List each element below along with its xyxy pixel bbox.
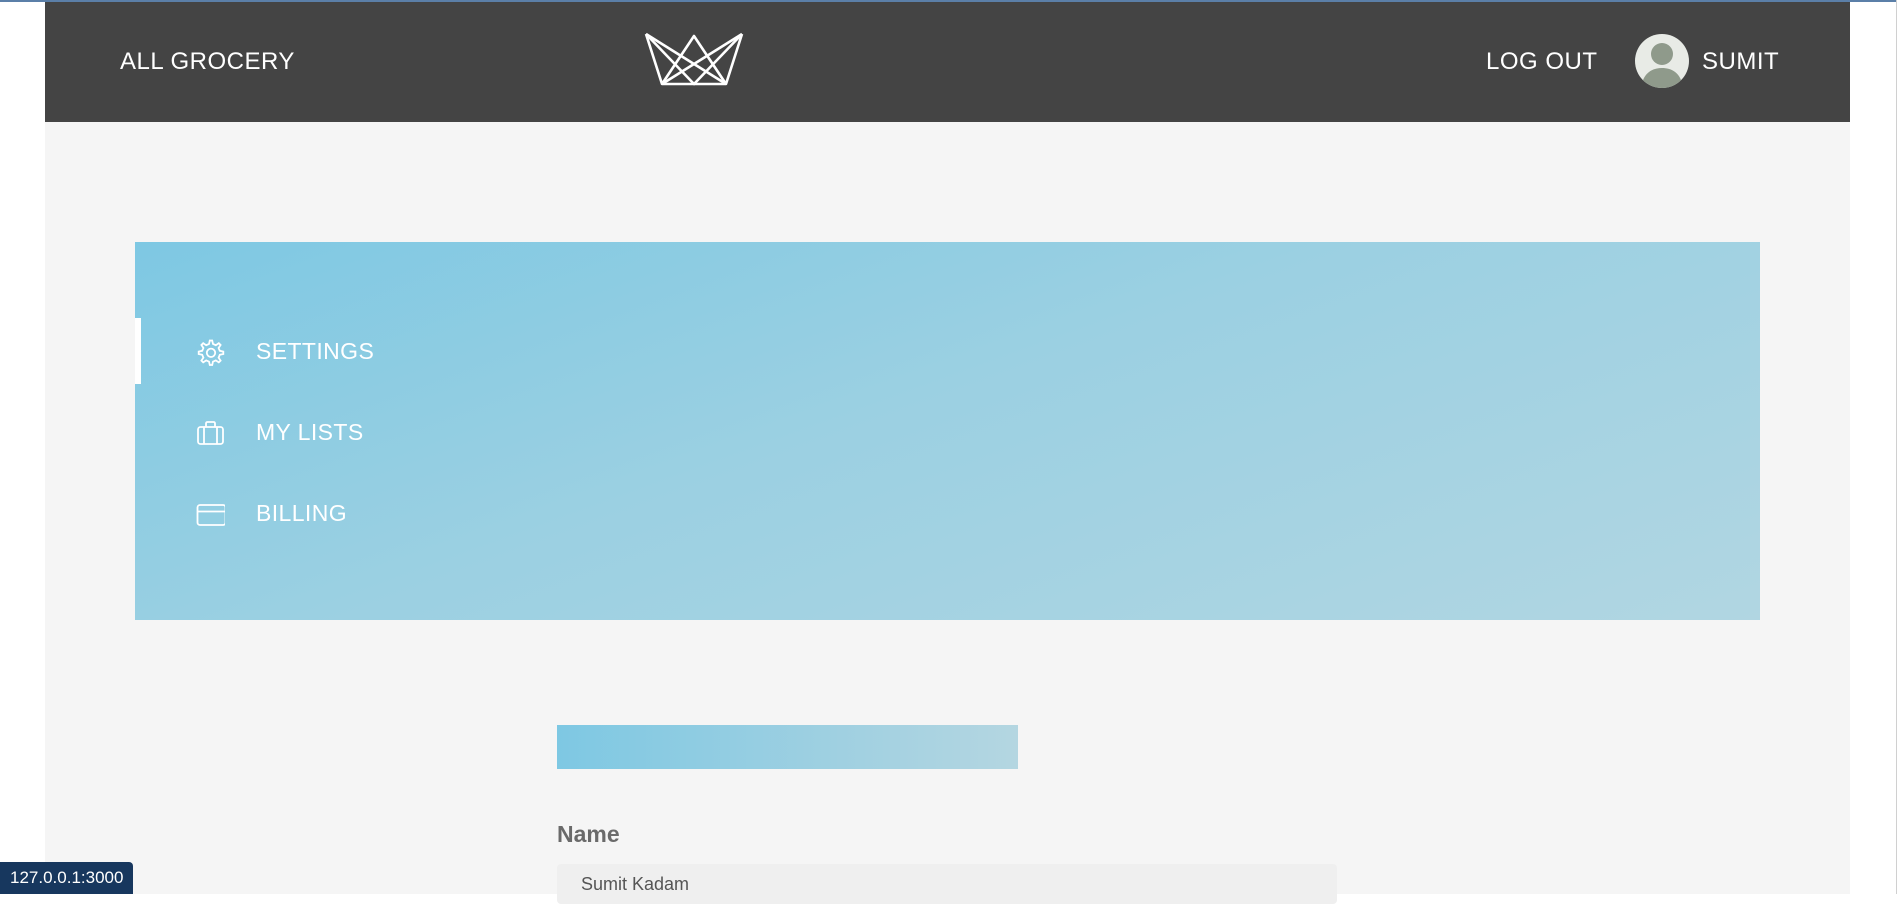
sidebar-item-settings[interactable]: SETTINGS (135, 318, 555, 384)
settings-hero-panel: SETTINGS MY LISTS BILLING (135, 242, 1760, 620)
name-field-label: Name (557, 821, 620, 847)
crown-icon[interactable] (644, 30, 744, 88)
sidebar-item-label: SETTINGS (256, 338, 375, 364)
avatar-silhouette (1641, 43, 1683, 88)
name-field[interactable] (557, 864, 1337, 904)
status-url-badge: 127.0.0.1:3000 (0, 862, 134, 894)
username-label[interactable]: SUMIT (1702, 48, 1779, 76)
logout-link[interactable]: LOG OUT (1486, 48, 1598, 76)
top-navbar: ALL GROCERY LOG OUT SUMIT (45, 2, 1850, 122)
credit-card-icon (196, 504, 225, 526)
all-grocery-link[interactable]: ALL GROCERY (120, 48, 295, 76)
user-avatar-icon[interactable] (1635, 34, 1689, 88)
sidebar-item-label: BILLING (256, 500, 348, 526)
sidebar-item-label: MY LISTS (256, 419, 364, 445)
briefcase-icon (197, 421, 224, 445)
gear-icon (197, 339, 225, 366)
sidebar-item-my-lists[interactable]: MY LISTS (135, 399, 555, 465)
active-indicator (135, 318, 141, 384)
sidebar-item-billing[interactable]: BILLING (135, 480, 555, 546)
page-container: ALL GROCERY LOG OUT SUMIT SETTINGS MY LI… (45, 2, 1850, 904)
section-header-bar (557, 725, 1018, 769)
